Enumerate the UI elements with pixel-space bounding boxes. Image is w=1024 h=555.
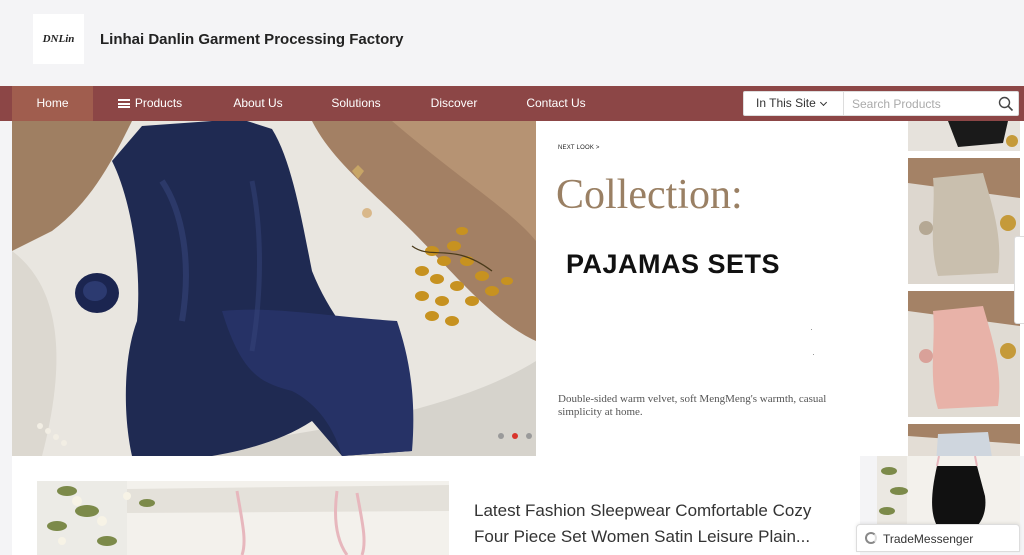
trade-messenger-button[interactable]: TradeMessenger <box>856 524 1020 552</box>
search-bar: In This Site <box>743 91 1019 116</box>
nav-discover[interactable]: Discover <box>420 86 488 121</box>
featured-product-title[interactable]: Latest Fashion Sleepwear Comfortable Coz… <box>474 498 834 550</box>
slider-dot[interactable] <box>498 433 504 439</box>
speck <box>813 354 814 355</box>
company-name[interactable]: Linhai Danlin Garment Processing Factory <box>100 31 403 48</box>
chevron-down-icon <box>819 98 827 107</box>
thumbnail-image[interactable] <box>908 158 1020 284</box>
thumbnail-image[interactable] <box>908 424 1020 456</box>
nav-products[interactable]: Products <box>108 86 192 121</box>
search-scope-label: In This Site <box>756 96 816 110</box>
banner-text-panel: NEXT LOOK > Collection: PAJAMAS SETS Dou… <box>536 121 906 456</box>
slider-dot[interactable] <box>526 433 532 439</box>
banner-headline: PAJAMAS SETS <box>566 249 781 279</box>
next-look-link[interactable]: NEXT LOOK > <box>558 145 600 151</box>
side-product-image[interactable] <box>877 456 1020 526</box>
menu-icon <box>117 99 130 108</box>
thumbnail-strip <box>906 121 1024 456</box>
thumbnail-image[interactable] <box>908 121 1020 151</box>
spinner-icon <box>865 532 877 544</box>
nav-contact-us[interactable]: Contact Us <box>515 86 597 121</box>
banner-description: Double-sided warm velvet, soft MengMeng'… <box>558 393 827 418</box>
slider-dot-active[interactable] <box>512 433 518 439</box>
nav-about-us[interactable]: About Us <box>222 86 294 121</box>
hero-banner-image[interactable] <box>12 121 536 456</box>
featured-product-image[interactable] <box>37 481 449 555</box>
side-scroll-tab[interactable] <box>1014 236 1024 324</box>
search-input[interactable] <box>846 92 994 115</box>
pajama-photo <box>12 121 536 456</box>
company-logo[interactable]: DNLin <box>33 14 84 64</box>
speck <box>811 329 812 330</box>
nav-products-label: Products <box>134 96 183 110</box>
trade-messenger-label: TradeMessenger <box>883 532 974 546</box>
nav-solutions[interactable]: Solutions <box>320 86 392 121</box>
thumbnail-image[interactable] <box>908 291 1020 417</box>
header: DNLin Linhai Danlin Garment Processing F… <box>0 0 1024 86</box>
nav-home[interactable]: Home <box>12 86 93 121</box>
search-scope-dropdown[interactable]: In This Site <box>744 92 844 115</box>
collection-heading: Collection: <box>556 172 743 218</box>
search-icon[interactable] <box>998 96 1014 112</box>
logo-text: DNLin <box>42 33 75 45</box>
